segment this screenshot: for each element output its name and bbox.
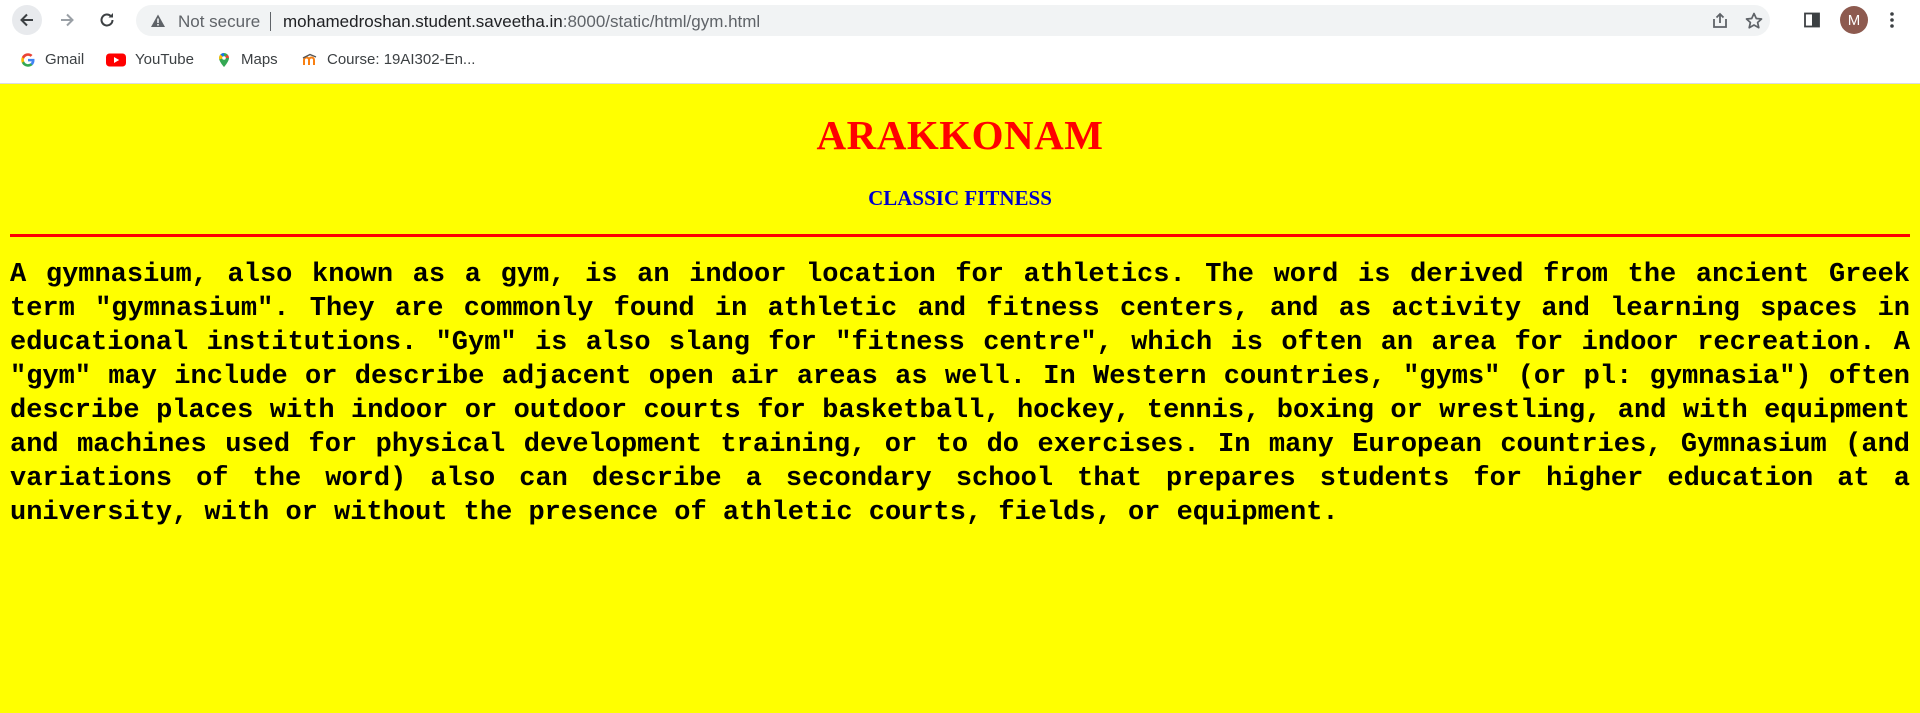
reload-button[interactable]: [92, 5, 122, 35]
forward-button[interactable]: [52, 5, 82, 35]
page-content: ARAKKONAM CLASSIC FITNESS A gymnasium, a…: [0, 84, 1920, 713]
side-panel-icon[interactable]: [1802, 10, 1822, 30]
page-title: ARAKKONAM: [816, 112, 1104, 158]
arrow-right-icon: [61, 13, 74, 27]
address-bar[interactable]: Not secure mohamedroshan.student.saveeth…: [136, 5, 1770, 36]
bookmark-maps[interactable]: Maps: [216, 51, 278, 68]
bookmark-label: Gmail: [45, 51, 85, 68]
gym-description-paragraph: A gymnasium, also known as a gym, is an …: [10, 260, 1910, 528]
warning-icon[interactable]: [150, 13, 166, 29]
bookmark-youtube[interactable]: YouTube: [106, 51, 194, 68]
bookmark-label: Course: 19AI302-En...: [327, 51, 476, 68]
reload-icon: [100, 13, 114, 27]
security-label[interactable]: Not secure: [178, 12, 260, 32]
url-host: mohamedroshan.student.saveetha.in: [283, 12, 563, 31]
horizontal-rule: [10, 234, 1910, 237]
browser-toolbar: Not secure mohamedroshan.student.saveeth…: [0, 0, 1920, 41]
bookmark-course[interactable]: Course: 19AI302-En...: [302, 51, 475, 68]
page-subtitle: CLASSIC FITNESS: [868, 186, 1052, 210]
kebab-menu-icon[interactable]: [1882, 10, 1902, 30]
moodle-icon: [302, 53, 317, 65]
url-path: :8000/static/html/gym.html: [562, 12, 761, 31]
bookmark-label: Maps: [241, 51, 278, 68]
bookmarks-bar: Gmail YouTube Maps Course: 19AI302-En...: [0, 48, 1920, 74]
share-icon[interactable]: [1710, 11, 1730, 31]
bookmark-star-icon[interactable]: [1744, 11, 1764, 31]
url-separator: [270, 12, 271, 31]
browser-chrome: Not secure mohamedroshan.student.saveeth…: [0, 0, 1920, 84]
profile-avatar[interactable]: M: [1840, 6, 1868, 34]
maps-pin-icon: [218, 52, 229, 67]
bookmark-label: YouTube: [135, 51, 194, 68]
arrow-left-icon: [20, 13, 33, 27]
url-text[interactable]: mohamedroshan.student.saveetha.in:8000/s…: [283, 12, 760, 32]
bookmark-gmail[interactable]: Gmail: [20, 51, 84, 68]
google-icon: [21, 52, 35, 67]
youtube-icon: [106, 53, 126, 66]
back-button[interactable]: [12, 5, 42, 35]
